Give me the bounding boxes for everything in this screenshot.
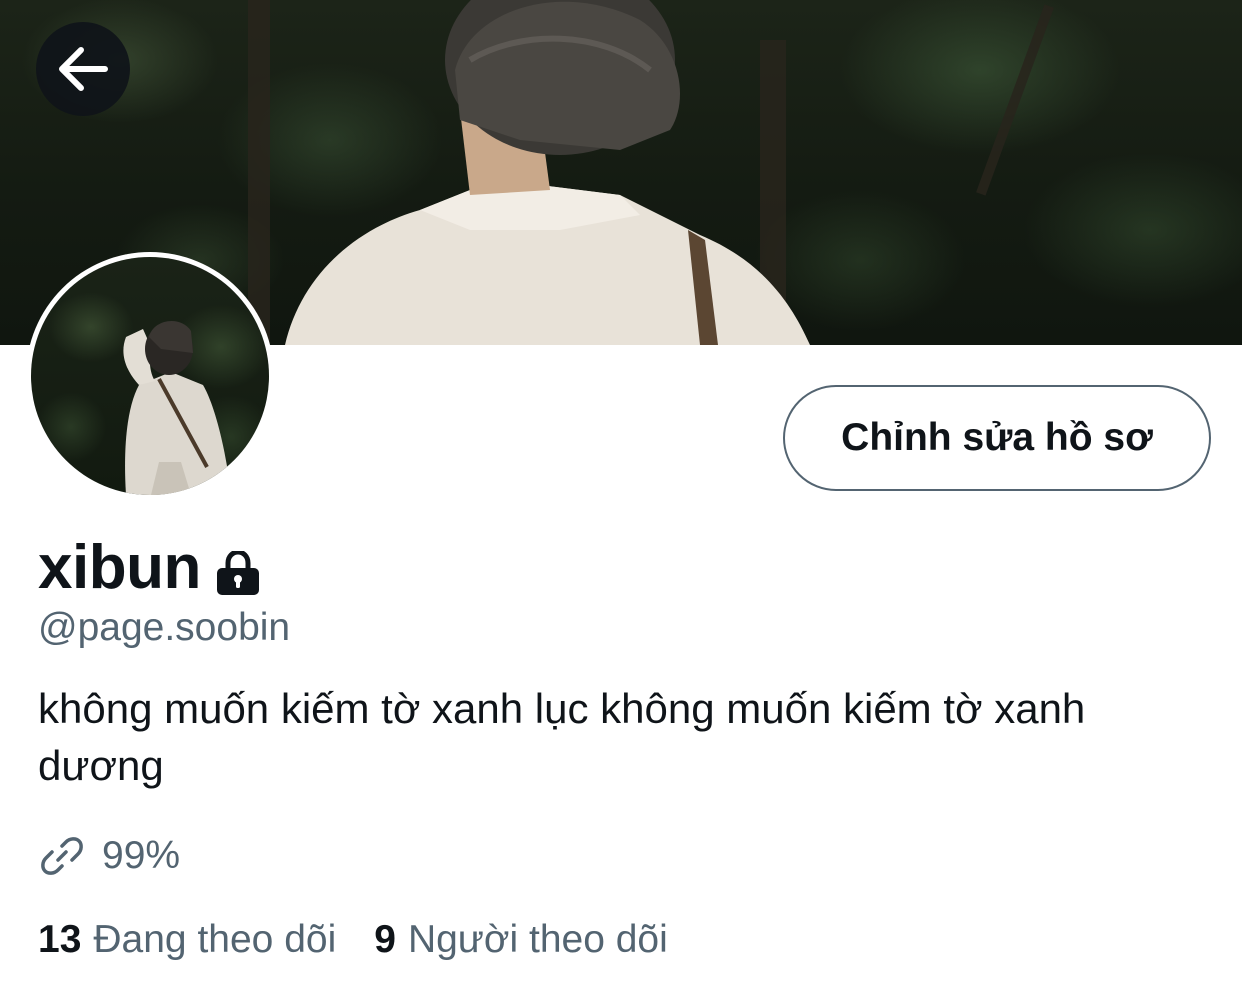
followers-label: Người theo dõi	[407, 918, 668, 961]
profile-avatar[interactable]	[26, 252, 274, 500]
back-button[interactable]	[36, 22, 130, 116]
followers-count: 9	[374, 918, 396, 961]
followers-stat[interactable]: 9 Người theo dõi	[374, 918, 668, 962]
following-label: Đang theo dõi	[93, 918, 337, 961]
lock-icon	[216, 550, 259, 595]
profile-link[interactable]: 99%	[38, 832, 180, 880]
profile-link-text[interactable]: 99%	[102, 834, 180, 878]
profile-bio: không muốn kiếm tờ xanh lục không muốn k…	[38, 685, 1086, 789]
following-stat[interactable]: 13 Đang theo dõi	[38, 918, 336, 962]
link-icon	[41, 837, 83, 875]
follow-stats: 13 Đang theo dõi 9 Người theo dõi	[38, 918, 668, 962]
avatar-image	[123, 320, 231, 495]
arrow-left-icon	[59, 47, 108, 91]
following-count: 13	[38, 918, 82, 961]
display-name-row: xibun	[38, 532, 261, 603]
edit-profile-button[interactable]: Chỉnh sửa hồ sơ	[783, 385, 1211, 491]
profile-handle: @page.soobin	[38, 606, 291, 649]
display-name: xibun	[38, 533, 201, 602]
